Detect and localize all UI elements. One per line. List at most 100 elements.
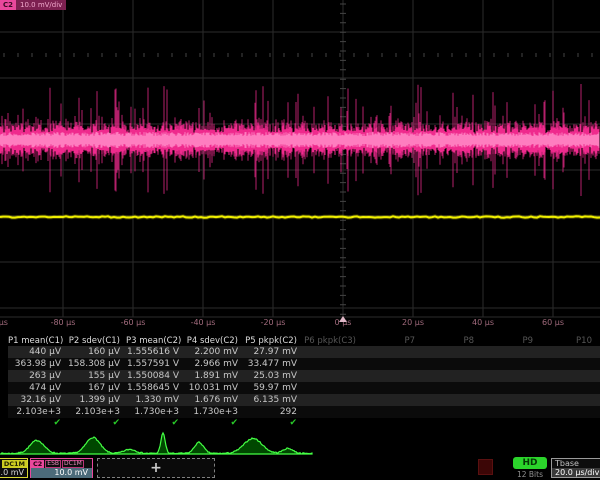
measure-value [421, 370, 480, 382]
measure-column-header[interactable]: P7 [362, 336, 421, 346]
measure-value [421, 394, 480, 406]
measure-value [480, 382, 539, 394]
measure-value [480, 394, 539, 406]
measure-row: 32.16 µV1.399 µV1.330 mV1.676 mV6.135 mV [8, 394, 600, 406]
measure-value [303, 358, 362, 370]
hd-mode-badge[interactable]: HD [513, 457, 547, 469]
annotation-text: 10.0 mV/div [16, 0, 66, 10]
measure-value: 474 µV [8, 382, 67, 394]
measure-column-header[interactable]: P1 mean(C1) [8, 336, 67, 346]
time-axis-labels: -100 µs-80 µs-60 µs-40 µs-20 µs0 µs20 µs… [0, 318, 600, 330]
measure-status-icon: ✔ [185, 418, 244, 428]
measure-value [303, 394, 362, 406]
timebase-scale-value: 20.0 µs/div [552, 468, 600, 477]
measure-value: 1.330 mV [126, 394, 185, 406]
measure-value: 27.97 mV [244, 346, 303, 358]
c2-coupling-badge: DC1M [62, 460, 84, 468]
measure-status-icon [303, 418, 362, 428]
measure-value [362, 346, 421, 358]
measure-column-header[interactable]: P10 [539, 336, 598, 346]
measure-column-header[interactable]: P5 pkpk(C2) [244, 336, 303, 346]
c2-eres-badge: ESB [45, 460, 61, 468]
measure-column-header[interactable]: P8 [421, 336, 480, 346]
timebase-descriptor[interactable]: Tbase 20.0 µs/div [551, 458, 600, 478]
measure-value: 1.891 mV [185, 370, 244, 382]
measure-row: 263 µV155 µV1.550084 V1.891 mV25.03 mV [8, 370, 600, 382]
measure-value [362, 406, 421, 418]
measure-column-header[interactable]: P6 pkpk(C3) [303, 336, 362, 346]
measure-column-header[interactable]: P3 mean(C2) [126, 336, 185, 346]
time-axis-label: -20 µs [261, 318, 286, 327]
c1-coupling-badge: DC1M [2, 460, 27, 468]
channel-c1-descriptor[interactable]: DC1M 10.0 mV [0, 458, 28, 478]
measure-row: 363.98 µV158.308 µV1.557591 V2.966 mV33.… [8, 358, 600, 370]
time-axis-label: -40 µs [191, 318, 216, 327]
measure-value: 1.730e+3 [126, 406, 185, 418]
measure-value: 1.399 µV [67, 394, 126, 406]
measure-value: 292 [244, 406, 303, 418]
measure-value [539, 406, 598, 418]
measure-value: 1.730e+3 [185, 406, 244, 418]
measure-status-icon: ✔ [67, 418, 126, 428]
measure-value: 1.558645 V [126, 382, 185, 394]
measure-value: 1.557591 V [126, 358, 185, 370]
measurement-table: P1 mean(C1)P2 sdev(C1)P3 mean(C2)P4 sdev… [8, 336, 600, 428]
c2-scale-value: 10.0 mV [31, 468, 92, 478]
measure-value: 440 µV [8, 346, 67, 358]
measure-value [421, 346, 480, 358]
measure-value [303, 382, 362, 394]
measure-value [480, 370, 539, 382]
measure-value [480, 346, 539, 358]
measure-value: 1.676 mV [185, 394, 244, 406]
measure-column-header[interactable]: P4 sdev(C2) [185, 336, 244, 346]
time-axis-label: 60 µs [542, 318, 564, 327]
measure-value: 167 µV [67, 382, 126, 394]
add-trace-button[interactable]: + [97, 458, 215, 478]
measure-value [539, 370, 598, 382]
trace-annotation-badge: C2 10.0 mV/div [0, 0, 66, 10]
trigger-position-marker[interactable] [339, 316, 347, 322]
bottom-toolbar: DC1M 10.0 mV C2 ESB DC1M 10.0 mV + HD 12… [0, 456, 600, 480]
measure-status-icon [480, 418, 539, 428]
measure-value [539, 358, 598, 370]
measure-value [362, 358, 421, 370]
measure-value [539, 394, 598, 406]
measure-value [362, 394, 421, 406]
measure-value: 10.031 mV [185, 382, 244, 394]
measure-value: 363.98 µV [8, 358, 67, 370]
time-axis-label: 20 µs [402, 318, 424, 327]
measure-row: 440 µV160 µV1.555616 V2.200 mV27.97 mV [8, 346, 600, 358]
resolution-label: 12 Bits [511, 470, 549, 479]
measure-value: 155 µV [67, 370, 126, 382]
measure-status-icon: ✔ [126, 418, 185, 428]
measure-value: 32.16 µV [8, 394, 67, 406]
measure-value: 2.200 mV [185, 346, 244, 358]
annotation-channel-label: C2 [0, 0, 16, 10]
measure-value [303, 406, 362, 418]
plus-icon: + [150, 460, 162, 476]
measure-status-icon [421, 418, 480, 428]
measure-value [303, 370, 362, 382]
c2-channel-badge: C2 [31, 460, 44, 468]
trigger-descriptor-partial[interactable] [478, 459, 493, 475]
measure-status-icon: ✔ [244, 418, 303, 428]
measure-value: 25.03 mV [244, 370, 303, 382]
measure-value [362, 370, 421, 382]
channel-c2-descriptor[interactable]: C2 ESB DC1M 10.0 mV [30, 458, 93, 478]
measure-value: 6.135 mV [244, 394, 303, 406]
measure-value [421, 406, 480, 418]
measure-value: 158.308 µV [67, 358, 126, 370]
time-axis-label: -60 µs [121, 318, 146, 327]
measure-value [421, 358, 480, 370]
measure-value [480, 406, 539, 418]
measure-value: 160 µV [67, 346, 126, 358]
measure-row: 2.103e+32.103e+31.730e+31.730e+3292 [8, 406, 600, 418]
measure-value: 33.477 mV [244, 358, 303, 370]
measure-column-header[interactable]: P9 [480, 336, 539, 346]
c1-scale-value: 10.0 mV [0, 468, 27, 478]
measure-value [303, 346, 362, 358]
measure-status-icon [362, 418, 421, 428]
measure-value: 2.103e+3 [8, 406, 67, 418]
measure-column-header[interactable]: P2 sdev(C1) [67, 336, 126, 346]
measure-value [480, 358, 539, 370]
